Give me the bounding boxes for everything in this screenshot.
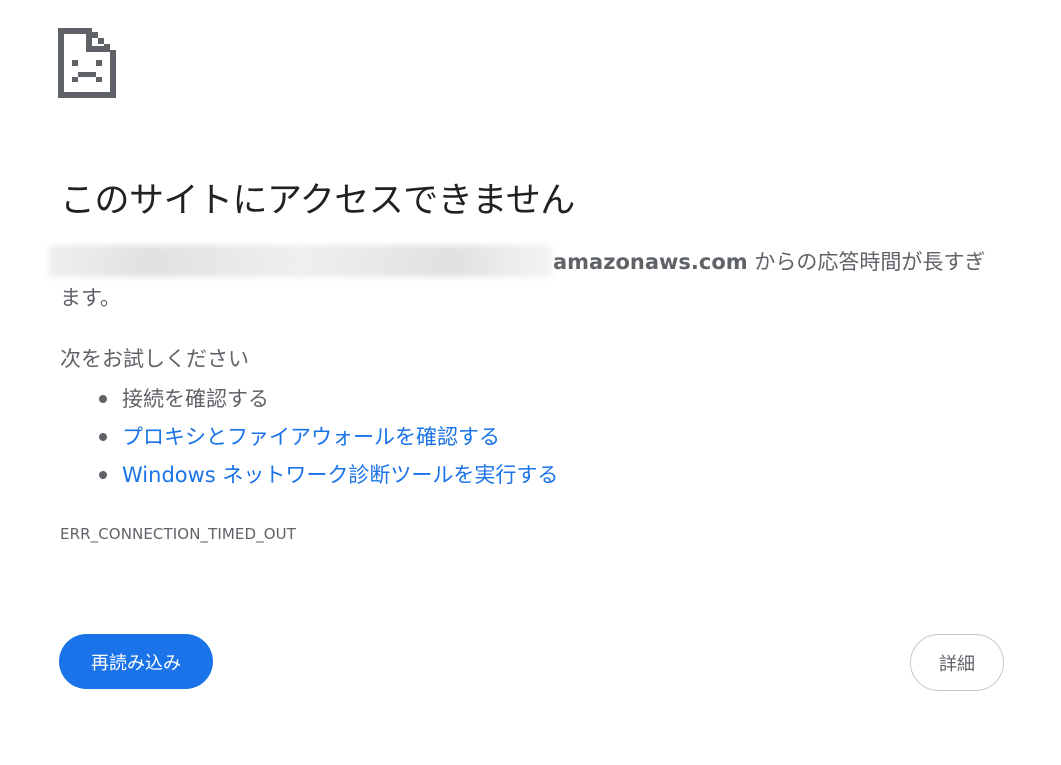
- bullet-icon: [99, 433, 107, 441]
- suggestion-check-proxy-firewall-link[interactable]: プロキシとファイアウォールを確認する: [122, 425, 500, 449]
- suggestion-item: プロキシとファイアウォールを確認する: [60, 419, 558, 457]
- reload-button[interactable]: 再読み込み: [59, 634, 213, 689]
- error-summary: amazonaws.com からの応答時間が長すぎます。: [48, 244, 1005, 316]
- suggestions-heading: 次をお試しください: [60, 347, 249, 371]
- redacted-hostname: [48, 245, 553, 277]
- suggestion-item: 接続を確認する: [60, 381, 558, 419]
- bullet-icon: [99, 395, 107, 403]
- suggestion-network-diagnostics-link[interactable]: Windows ネットワーク診断ツールを実行する: [122, 463, 558, 487]
- suggestions-list: 接続を確認する プロキシとファイアウォールを確認する Windows ネットワー…: [60, 381, 558, 495]
- details-button[interactable]: 詳細: [910, 634, 1004, 691]
- error-code: ERR_CONNECTION_TIMED_OUT: [60, 525, 297, 543]
- page-title: このサイトにアクセスできません: [60, 181, 575, 221]
- suggestion-check-connection: 接続を確認する: [122, 387, 269, 411]
- bullet-icon: [99, 471, 107, 479]
- suggestion-item: Windows ネットワーク診断ツールを実行する: [60, 457, 558, 495]
- error-page: このサイトにアクセスできません amazonaws.com からの応答時間が長す…: [0, 0, 1061, 765]
- sad-page-icon: [58, 28, 116, 98]
- host-domain: amazonaws.com: [553, 250, 748, 274]
